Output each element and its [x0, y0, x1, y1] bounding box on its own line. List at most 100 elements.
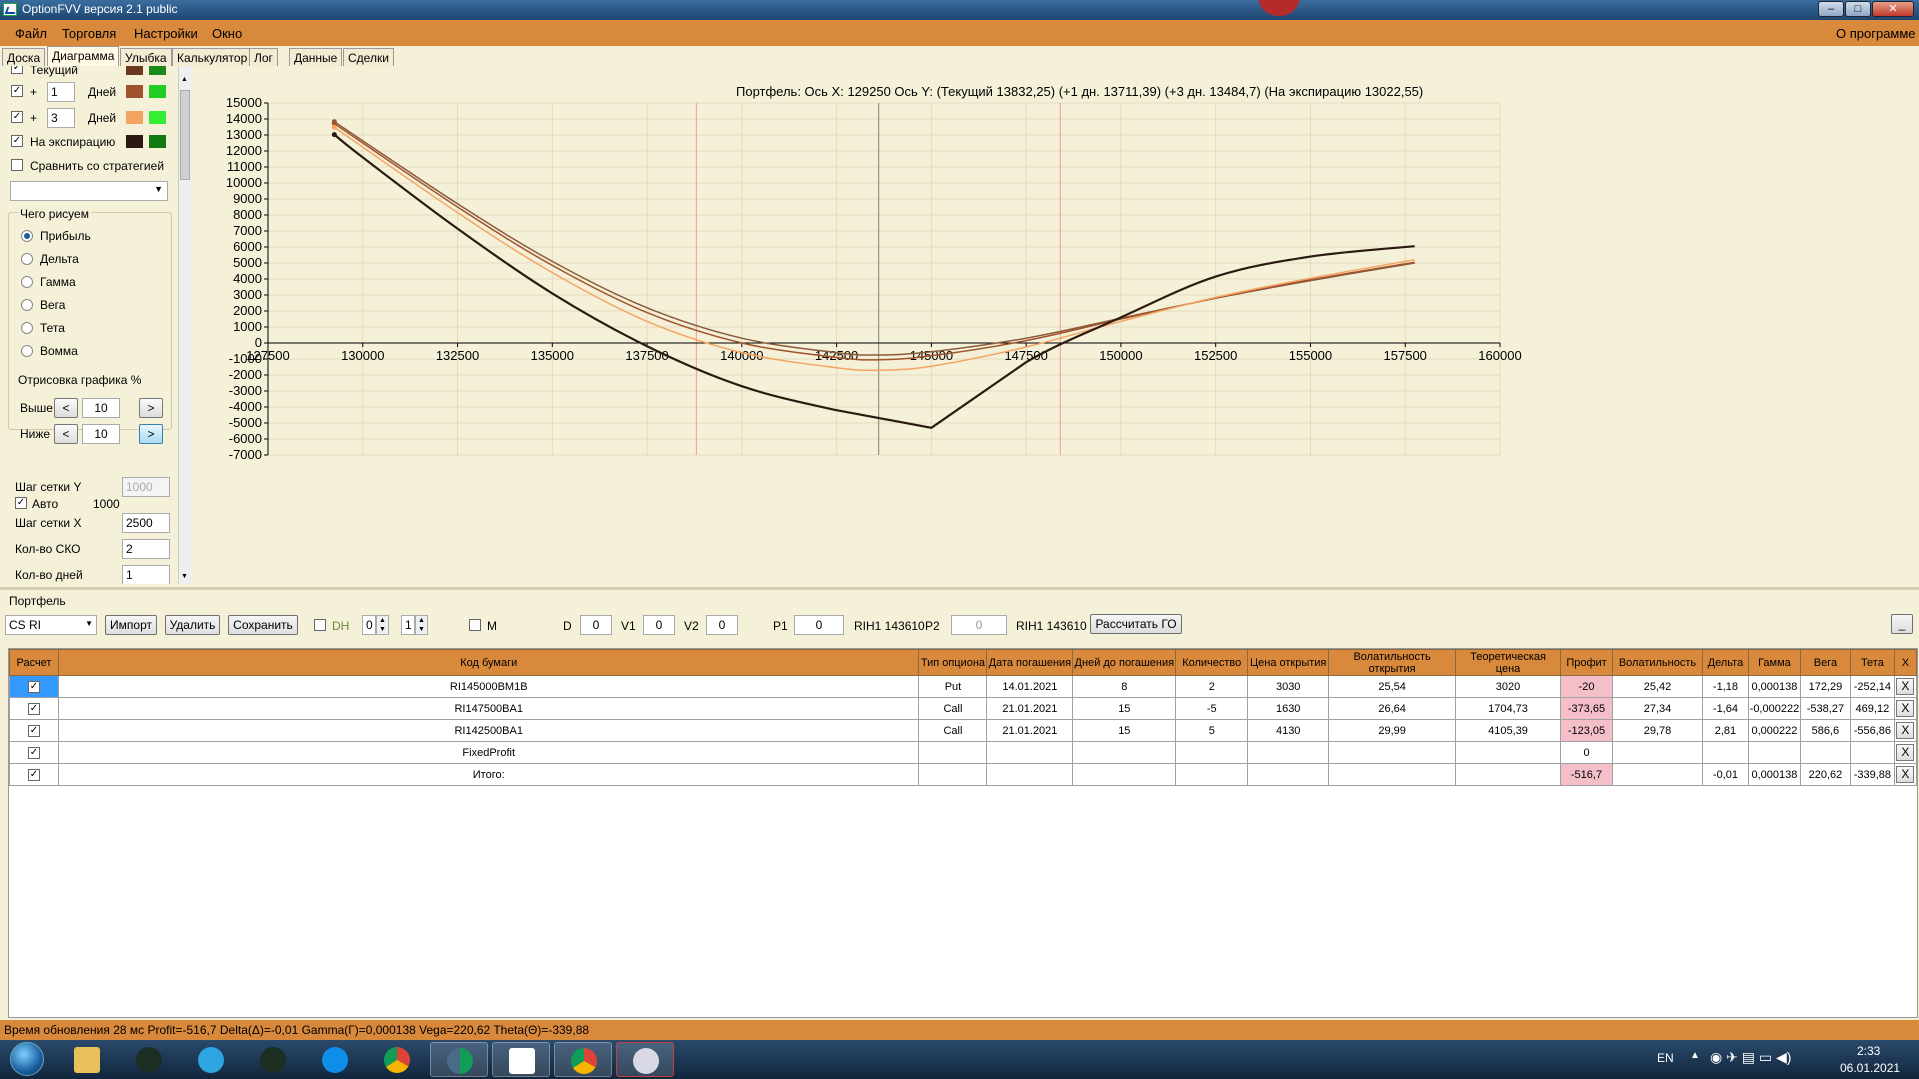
- optionfvv-taskbar-icon[interactable]: [492, 1042, 550, 1077]
- radio-delta[interactable]: [21, 253, 33, 265]
- grid-x-input[interactable]: 2500: [122, 513, 170, 533]
- check-icon[interactable]: ✓: [27, 768, 40, 781]
- close-icon[interactable]: X: [1896, 700, 1915, 717]
- plus3-alt-color-swatch[interactable]: [149, 111, 166, 124]
- app-taskbar-icon-1[interactable]: [120, 1042, 178, 1077]
- above-next-button[interactable]: >: [139, 398, 163, 418]
- table-row[interactable]: ✓ RI147500BA1 Call 21.01.2021 15 -5 1630 26,64 1…: [9, 697, 1918, 720]
- below-prev-button[interactable]: <: [54, 424, 78, 444]
- minimize-button[interactable]: –: [1818, 1, 1844, 17]
- plus1-days-input[interactable]: 1: [47, 82, 75, 102]
- column-header[interactable]: Гамма: [1747, 649, 1801, 676]
- telegram-taskbar-icon[interactable]: [182, 1042, 240, 1077]
- p1-input[interactable]: 0: [794, 615, 844, 635]
- table-row[interactable]: ✓ Итого: -516,7 -0,01 0,000138 220,62 -339,88 X: [9, 763, 1918, 786]
- expiration-alt-color-swatch[interactable]: [149, 135, 166, 148]
- tab-smile[interactable]: Улыбка: [120, 48, 172, 66]
- remove-row-button[interactable]: X: [1893, 763, 1918, 786]
- menu-about[interactable]: О программе: [1836, 26, 1916, 41]
- menu-settings[interactable]: Настройки: [134, 26, 198, 41]
- table-row[interactable]: ✓ RI142500BA1 Call 21.01.2021 15 5 4130 29,99 41…: [9, 719, 1918, 742]
- dh-spin-2-arrows[interactable]: ▲ ▼: [415, 615, 428, 635]
- compare-checkbox[interactable]: [11, 159, 23, 171]
- d-input[interactable]: 0: [580, 615, 612, 635]
- row-calc-checkbox[interactable]: ✓: [9, 763, 59, 786]
- menu-file[interactable]: Файл: [15, 26, 47, 41]
- tab-diagram[interactable]: Диаграмма: [47, 46, 120, 66]
- expiration-color-swatch[interactable]: [126, 135, 143, 148]
- expiration-checkbox[interactable]: ✓: [11, 135, 23, 147]
- column-header[interactable]: Профит: [1560, 649, 1613, 676]
- remove-row-button[interactable]: X: [1893, 719, 1918, 742]
- scroll-thumb[interactable]: [180, 90, 190, 180]
- check-icon[interactable]: ✓: [27, 702, 40, 715]
- row-calc-checkbox[interactable]: ✓: [9, 719, 59, 742]
- table-row[interactable]: ✓ RI145000BM1B Put 14.01.2021 8 2 3030 25,54 302…: [9, 675, 1918, 698]
- check-icon[interactable]: ✓: [27, 724, 40, 737]
- tab-calculator[interactable]: Калькулятор: [172, 48, 253, 66]
- dh-checkbox[interactable]: [314, 619, 326, 631]
- tab-data[interactable]: Данные: [289, 48, 343, 66]
- menu-window[interactable]: Окно: [212, 26, 242, 41]
- radio-profit[interactable]: [21, 230, 33, 242]
- column-header[interactable]: Код бумаги: [57, 649, 920, 676]
- start-button[interactable]: [4, 1040, 50, 1079]
- radio-theta[interactable]: [21, 322, 33, 334]
- grid-y-input[interactable]: 1000: [122, 477, 170, 497]
- clock-time[interactable]: 2:33: [1857, 1044, 1880, 1058]
- column-header[interactable]: Дата погашения: [986, 649, 1074, 676]
- auto-checkbox[interactable]: ✓: [15, 497, 27, 509]
- sko-input[interactable]: 2: [122, 539, 170, 559]
- m-checkbox[interactable]: [469, 619, 481, 631]
- plus3-checkbox[interactable]: ✓: [11, 111, 23, 123]
- column-header[interactable]: Дельта: [1701, 649, 1749, 676]
- column-header[interactable]: X: [1893, 649, 1918, 676]
- p2-input[interactable]: 0: [951, 615, 1007, 635]
- tray-expand-icon[interactable]: ▲: [1690, 1050, 1700, 1061]
- menu-trading[interactable]: Торговля: [62, 26, 116, 41]
- below-next-button[interactable]: >: [139, 424, 163, 444]
- tray-icons[interactable]: ◉ ✈ ▤ ▭ ◀): [1710, 1049, 1791, 1066]
- column-header[interactable]: Дней до погашения: [1072, 649, 1177, 676]
- explorer-taskbar-icon[interactable]: [58, 1042, 116, 1077]
- v2-input[interactable]: 0: [706, 615, 738, 635]
- plus1-checkbox[interactable]: ✓: [11, 85, 23, 97]
- row-calc-checkbox[interactable]: ✓: [9, 697, 59, 720]
- close-icon[interactable]: X: [1896, 678, 1915, 695]
- left-panel-scrollbar[interactable]: ▲ ▼: [178, 66, 192, 584]
- radio-vega[interactable]: [21, 299, 33, 311]
- maximize-button[interactable]: □: [1845, 1, 1871, 17]
- column-header[interactable]: Волатильность: [1611, 649, 1703, 676]
- dh-spin-1-arrows[interactable]: ▲ ▼: [376, 615, 389, 635]
- dh-spin-2[interactable]: 1: [401, 615, 415, 635]
- column-header[interactable]: Вега: [1799, 649, 1851, 676]
- check-icon[interactable]: ✓: [27, 746, 40, 759]
- snipping-taskbar-icon[interactable]: [616, 1042, 674, 1077]
- chrome-taskbar-icon[interactable]: [368, 1042, 426, 1077]
- app-taskbar-icon-2[interactable]: [244, 1042, 302, 1077]
- scroll-down-icon[interactable]: ▼: [181, 573, 188, 580]
- column-header[interactable]: Количество: [1175, 649, 1249, 676]
- days-count-input[interactable]: 1: [122, 565, 170, 584]
- column-header[interactable]: Волатильность открытия: [1328, 649, 1457, 676]
- column-header[interactable]: Тета: [1849, 649, 1895, 676]
- table-row[interactable]: ✓ FixedProfit 0 X: [9, 741, 1918, 764]
- column-header[interactable]: Теоретическая цена: [1455, 649, 1562, 676]
- remove-row-button[interactable]: X: [1893, 697, 1918, 720]
- account-select[interactable]: CS RI ▼: [5, 615, 97, 635]
- above-prev-button[interactable]: <: [54, 398, 78, 418]
- current-checkbox[interactable]: ✓: [11, 66, 23, 74]
- plus1-alt-color-swatch[interactable]: [149, 85, 166, 98]
- language-indicator[interactable]: EN: [1657, 1051, 1674, 1065]
- dh-spin-1[interactable]: 0: [362, 615, 376, 635]
- close-icon[interactable]: X: [1896, 744, 1915, 761]
- column-header[interactable]: Расчет: [9, 649, 59, 676]
- row-calc-checkbox[interactable]: ✓: [9, 675, 59, 698]
- column-header[interactable]: Цена открытия: [1247, 649, 1330, 676]
- close-window-button[interactable]: ✕: [1872, 1, 1914, 17]
- above-input[interactable]: 10: [82, 398, 120, 418]
- clock-date[interactable]: 06.01.2021: [1840, 1061, 1900, 1075]
- tab-deals[interactable]: Сделки: [343, 48, 394, 66]
- plus3-days-input[interactable]: 3: [47, 108, 75, 128]
- tab-board[interactable]: Доска: [2, 48, 46, 66]
